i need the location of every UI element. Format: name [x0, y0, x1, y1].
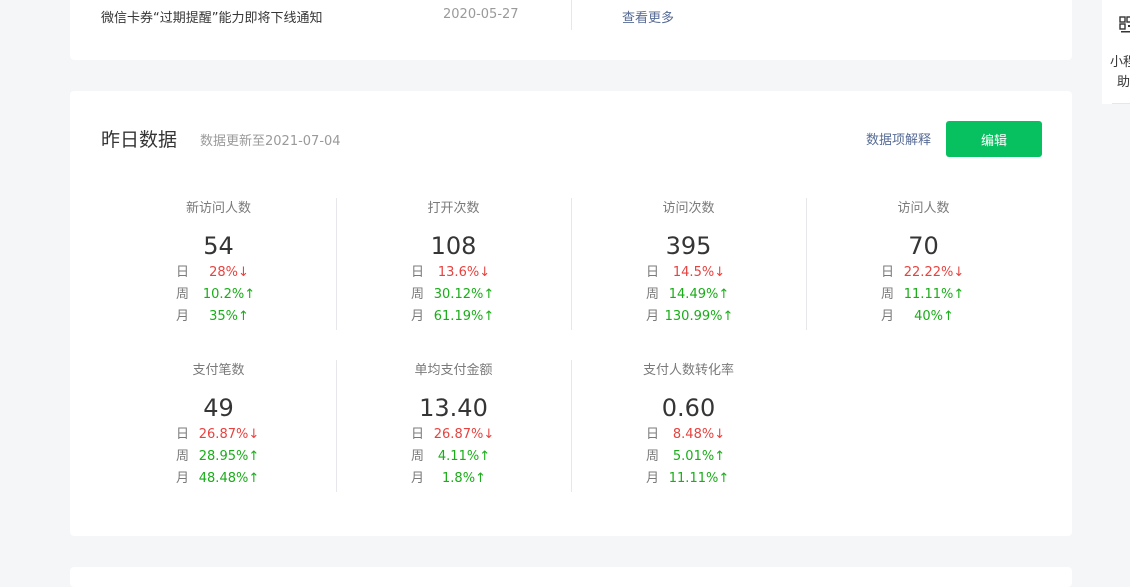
- notice-title[interactable]: 微信卡券“过期提醒”能力即将下线通知: [101, 7, 322, 26]
- comparison-row-week: 周 30.12%↑: [336, 286, 571, 304]
- metric-block: 访问人数 70 日 22.22%↓ 周 11.11%↑ 月 40%↑: [806, 200, 1041, 324]
- column-divider: [806, 198, 807, 330]
- comparison-value: 30.12%↑: [433, 287, 495, 302]
- comparison-row-day: 日 8.48%↓: [571, 426, 806, 444]
- metric-value: 54: [203, 232, 234, 260]
- comparison-row-month: 月 11.11%↑: [571, 470, 806, 488]
- divider: [1112, 103, 1130, 104]
- metric-label: 新访问人数: [185, 201, 251, 216]
- metric-value: 395: [665, 232, 712, 260]
- next-card: [70, 567, 1072, 587]
- yesterday-data-card: 昨日数据 数据更新至2021-07-04 数据项解释 编辑 新访问人数 54 日 28…: [70, 91, 1072, 536]
- comparison-row-month: 月 130.99%↑: [571, 308, 806, 326]
- metric-block: 新访问人数 54 日 28%↓ 周 10.2%↑ 月 35%↑: [101, 200, 336, 324]
- comparison-value: 13.6%↓: [437, 265, 491, 280]
- metric-label: 单均支付金额: [414, 363, 493, 378]
- comparison-row-week: 周 10.2%↑: [101, 286, 336, 304]
- comparison-value: 11.11%↑: [668, 471, 730, 486]
- metric-block: 单均支付金额 13.40 日 26.87%↓ 周 4.11%↑ 月 1.8%↑: [336, 362, 571, 486]
- update-time: 数据更新至2021-07-04: [200, 134, 341, 149]
- comparison-row-month: 月 1.8%↑: [336, 470, 571, 488]
- comparison-value: 40%↑: [914, 309, 954, 324]
- column-divider: [336, 198, 337, 330]
- comparison-row-month: 月 48.48%↑: [101, 470, 336, 488]
- comparison-value: 22.22%↓: [903, 265, 965, 280]
- metric-label: 打开次数: [427, 201, 480, 216]
- column-divider: [571, 360, 572, 492]
- comparison-value: 26.87%↓: [198, 427, 260, 442]
- comparison-value: 35%↑: [209, 309, 249, 324]
- comparison-row-week: 周 14.49%↑: [571, 286, 806, 304]
- section-title: 昨日数据: [101, 129, 178, 151]
- comparison-value: 28%↓: [209, 265, 249, 280]
- comparison-row-day: 日 26.87%↓: [336, 426, 571, 444]
- comparison-row-day: 日 13.6%↓: [336, 264, 571, 282]
- comparison-value: 11.11%↑: [903, 287, 965, 302]
- helper-label-line2: 助: [1117, 75, 1130, 90]
- qr-code-icon: [1119, 16, 1130, 33]
- metric-value: 0.60: [661, 394, 716, 422]
- metric-label: 支付笔数: [192, 363, 245, 378]
- comparison-row-month: 月 61.19%↑: [336, 308, 571, 326]
- column-divider: [571, 198, 572, 330]
- mini-program-helper[interactable]: 小程 助: [1102, 0, 1130, 104]
- metric-block: 支付笔数 49 日 26.87%↓ 周 28.95%↑ 月 48.48%↑: [101, 362, 336, 486]
- metric-value: 13.40: [419, 394, 488, 422]
- comparison-value: 4.11%↑: [437, 449, 491, 464]
- metric-value: 49: [203, 394, 234, 422]
- comparison-value: 130.99%↑: [664, 309, 734, 324]
- comparison-value: 28.95%↑: [198, 449, 260, 464]
- comparison-value: 5.01%↑: [672, 449, 726, 464]
- edit-button[interactable]: 编辑: [946, 121, 1042, 157]
- column-divider: [336, 360, 337, 492]
- comparison-value: 61.19%↑: [433, 309, 495, 324]
- comparison-row-week: 周 4.11%↑: [336, 448, 571, 466]
- comparison-row-month: 月 40%↑: [806, 308, 1041, 326]
- comparison-row-month: 月 35%↑: [101, 308, 336, 326]
- comparison-value: 26.87%↓: [433, 427, 495, 442]
- helper-label-line1: 小程: [1110, 55, 1130, 70]
- metric-explanation-link[interactable]: 数据项解释: [866, 129, 931, 148]
- metric-label: 支付人数转化率: [642, 363, 734, 378]
- comparison-row-day: 日 14.5%↓: [571, 264, 806, 282]
- comparison-row-day: 日 28%↓: [101, 264, 336, 282]
- comparison-row-week: 周 5.01%↑: [571, 448, 806, 466]
- view-more-link[interactable]: 查看更多: [622, 7, 674, 26]
- comparison-value: 10.2%↑: [202, 287, 256, 302]
- metric-block: 访问次数 395 日 14.5%↓ 周 14.49%↑ 月 130.99%↑: [571, 200, 806, 324]
- metric-value: 108: [430, 232, 477, 260]
- metric-label: 访问人数: [897, 201, 950, 216]
- metric-block: 打开次数 108 日 13.6%↓ 周 30.12%↑ 月 61.19%↑: [336, 200, 571, 324]
- notice-date: 2020-05-27: [443, 7, 519, 22]
- comparison-value: 8.48%↓: [672, 427, 726, 442]
- metric-block: 支付人数转化率 0.60 日 8.48%↓ 周 5.01%↑ 月 11.11%↑: [571, 362, 806, 486]
- comparison-row-week: 周 11.11%↑: [806, 286, 1041, 304]
- comparison-value: 14.49%↑: [668, 287, 730, 302]
- divider: [571, 0, 572, 30]
- notice-card: 微信卡券“过期提醒”能力即将下线通知 2020-05-27 查看更多: [70, 0, 1072, 60]
- metric-label: 访问次数: [662, 201, 715, 216]
- comparison-row-week: 周 28.95%↑: [101, 448, 336, 466]
- comparison-value: 14.5%↓: [672, 265, 726, 280]
- metric-value: 70: [908, 232, 939, 260]
- comparison-row-day: 日 26.87%↓: [101, 426, 336, 444]
- comparison-row-day: 日 22.22%↓: [806, 264, 1041, 282]
- comparison-value: 48.48%↑: [198, 471, 260, 486]
- comparison-value: 1.8%↑: [442, 471, 486, 486]
